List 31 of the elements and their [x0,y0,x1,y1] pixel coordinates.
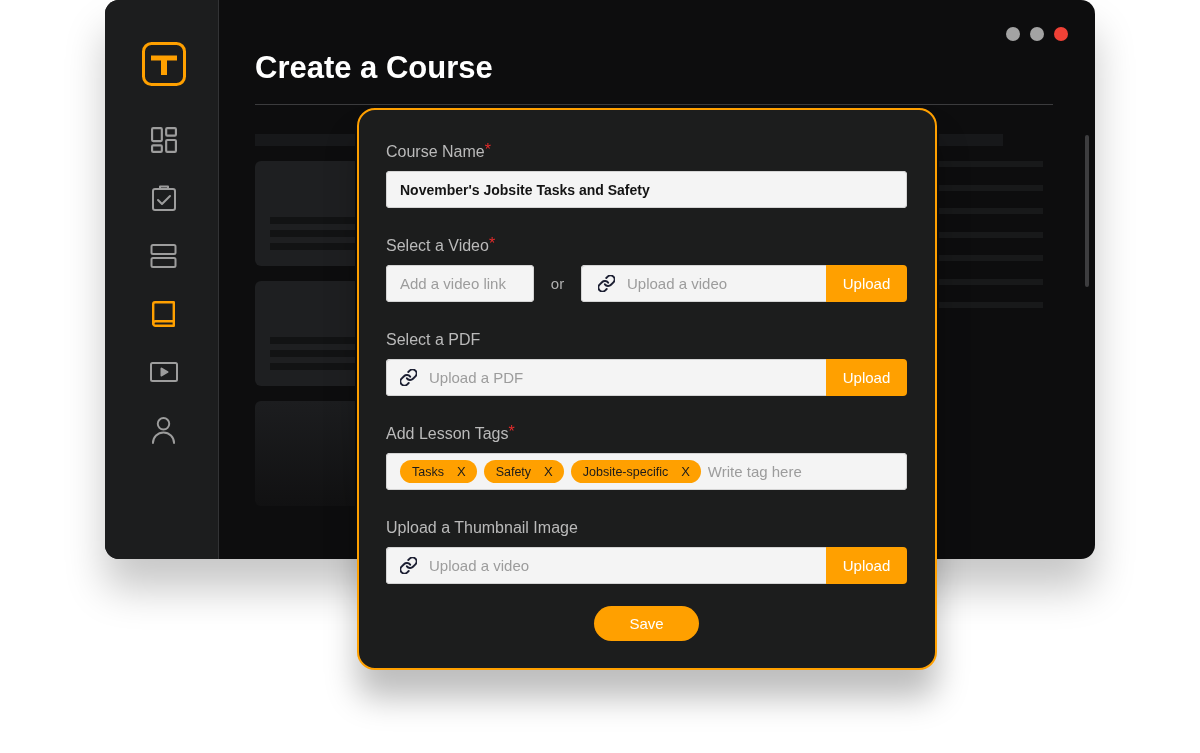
scrollbar-thumb[interactable] [1085,135,1089,287]
field-label: Upload a Thumbnail Image [386,519,578,537]
or-text: or [550,275,565,292]
tag-label: Tasks [412,464,444,479]
required-asterisk: * [508,424,515,440]
link-icon [400,369,417,386]
window-control-dot[interactable] [1054,27,1068,41]
file-upload-field[interactable]: Upload a PDF [386,359,826,396]
course-name-field[interactable]: November's Jobsite Tasks and Safety [386,171,907,208]
field-label: Select a Video [386,237,489,255]
remove-tag-button[interactable]: X [544,464,553,479]
tag-label: Jobsite-specific [582,464,669,479]
required-asterisk: * [484,142,491,158]
file-upload-field[interactable]: Upload a video [581,265,826,302]
link-icon [598,275,615,292]
required-asterisk: * [488,236,496,252]
window-control-dot[interactable] [1006,27,1020,41]
file-upload-field[interactable]: Upload a video [386,547,826,584]
link-icon [400,557,417,574]
field-label: Course Name [386,143,485,161]
page-title: Create a Course [255,50,493,86]
tag-label: Safety [495,464,532,479]
video-link-field[interactable]: Add a video link [386,265,534,302]
tag-text-input[interactable]: Write tag here [707,455,905,488]
tag-input-field[interactable]: Tasks X Safety X Jobsite-specific X Write tag here [386,453,907,490]
field-label: Select a PDF [386,331,481,349]
remove-tag-button[interactable]: X [456,464,466,479]
logo [141,42,186,86]
field-label: Add Lesson Tags [386,425,509,443]
remove-tag-button[interactable]: X [681,464,690,479]
window-control-dot[interactable] [1030,27,1044,41]
